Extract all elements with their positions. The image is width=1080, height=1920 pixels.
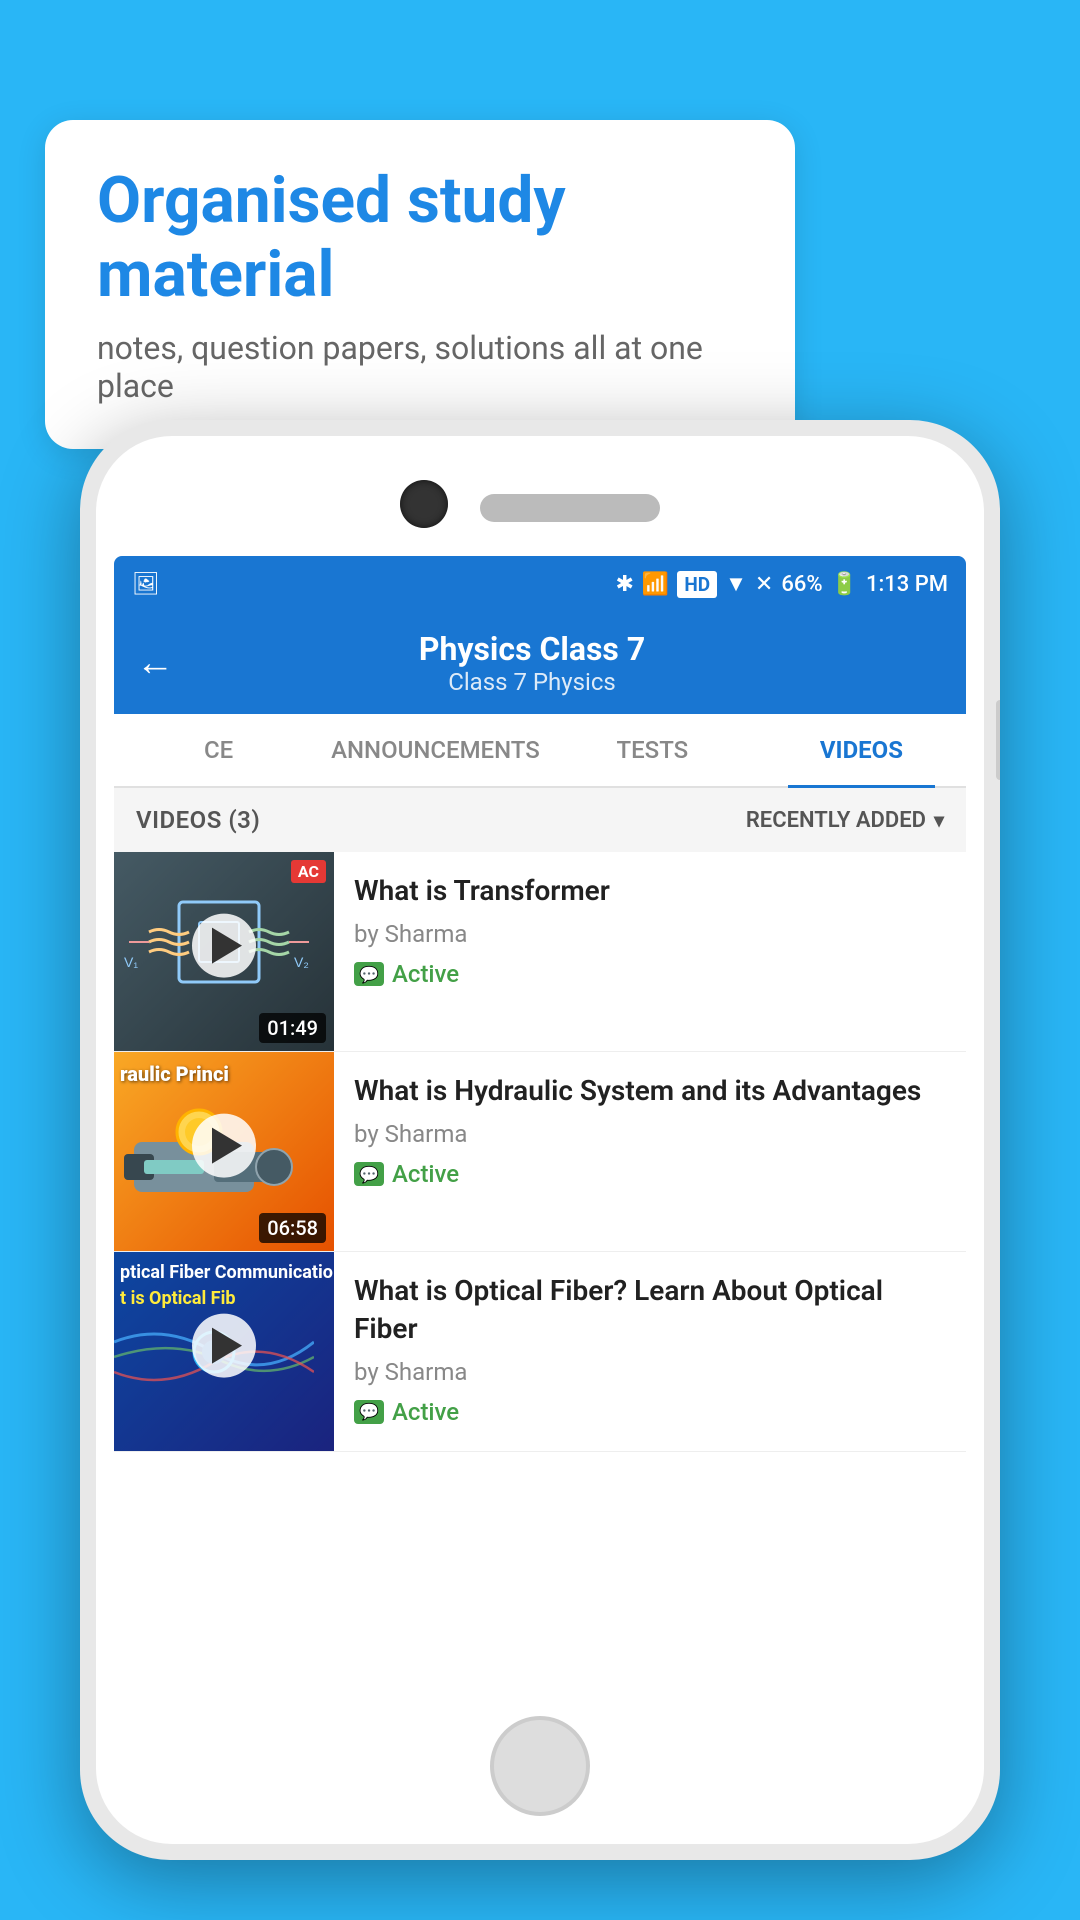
back-button[interactable]: ← [136,644,174,682]
tab-announcements[interactable]: ANNOUNCEMENTS [323,714,548,786]
bluetooth-icon: ✱ [615,572,633,597]
video-duration-1: 01:49 [259,1013,326,1043]
video-status-1: 💬 Active [354,960,946,988]
app-bar: ← Physics Class 7 Class 7 Physics [114,612,966,714]
home-button[interactable] [490,1716,590,1816]
battery-percent: 66% [781,572,822,597]
video-author-1: by Sharma [354,920,946,948]
battery-icon: 🔋 [831,572,858,597]
play-button-3[interactable] [192,1313,256,1377]
play-triangle-3 [212,1327,242,1363]
video-info-2: What is Hydraulic System and its Advanta… [334,1052,966,1251]
play-triangle [212,927,242,963]
video-item-1[interactable]: AC [114,852,966,1052]
videos-header: VIDEOS (3) RECENTLY ADDED ▾ [114,788,966,852]
video-item-3[interactable]: ptical Fiber Communicatio t is Optical F… [114,1252,966,1452]
app-breadcrumb: Class 7 Physics [194,668,870,696]
tab-tests[interactable]: TESTS [548,714,757,786]
status-left-icons: 🖼 [132,572,160,597]
tab-videos[interactable]: VIDEOS [757,714,966,786]
sort-control[interactable]: RECENTLY ADDED ▾ [746,808,944,833]
bubble-subtitle: notes, question papers, solutions all at… [97,329,743,405]
chat-icon-3: 💬 [354,1400,384,1424]
video-duration-2: 06:58 [259,1213,326,1243]
time-display: 1:13 PM [866,572,948,597]
video-title-3: What is Optical Fiber? Learn About Optic… [354,1272,946,1348]
video-thumb-2: raulic Princi [114,1052,334,1251]
status-bar: 🖼 ✱ 📶 HD ▼ ✕ 66% 🔋 1:13 PM [114,556,966,612]
chat-icon-1: 💬 [354,962,384,986]
play-button-1[interactable] [192,913,256,977]
speech-bubble: Organised study material notes, question… [45,120,795,449]
network-icon: ✕ [755,572,773,597]
video-thumb-3: ptical Fiber Communicatio t is Optical F… [114,1252,334,1451]
video-author-3: by Sharma [354,1358,946,1386]
phone-screen: 🖼 ✱ 📶 HD ▼ ✕ 66% 🔋 1:13 PM ← Physics Cla… [114,556,966,1684]
video-title-1: What is Transformer [354,872,946,910]
hd-badge: HD [677,571,717,598]
svg-text:V₁: V₁ [124,954,138,970]
video-item-2[interactable]: raulic Princi [114,1052,966,1252]
video-status-3: 💬 Active [354,1398,946,1426]
status-right-info: ✱ 📶 HD ▼ ✕ 66% 🔋 1:13 PM [615,571,948,598]
video-thumb-1: AC [114,852,334,1051]
wifi-icon: ▼ [725,571,747,597]
app-title: Physics Class 7 [194,630,870,668]
video-author-2: by Sharma [354,1120,946,1148]
bubble-title: Organised study material [97,164,743,311]
phone-speaker [480,494,660,522]
volume-button [996,700,1000,780]
video-list: AC [114,852,966,1452]
video-info-1: What is Transformer by Sharma 💬 Active [334,852,966,1051]
signal-icon: 📶 [642,572,669,597]
sort-label: RECENTLY ADDED [746,808,926,833]
phone-camera [400,480,448,528]
phone-frame: 🖼 ✱ 📶 HD ▼ ✕ 66% 🔋 1:13 PM ← Physics Cla… [80,420,1000,1860]
photo-icon: 🖼 [132,572,160,597]
video-status-2: 💬 Active [354,1160,946,1188]
optical-label-1: ptical Fiber Communicatio [120,1262,333,1283]
videos-count: VIDEOS (3) [136,806,260,834]
svg-text:V₂: V₂ [294,954,309,970]
play-button-2[interactable] [192,1113,256,1177]
play-triangle-2 [212,1127,242,1163]
phone-inner: 🖼 ✱ 📶 HD ▼ ✕ 66% 🔋 1:13 PM ← Physics Cla… [96,436,984,1844]
tab-ce[interactable]: CE [114,714,323,786]
chat-icon-2: 💬 [354,1162,384,1186]
video-title-2: What is Hydraulic System and its Advanta… [354,1072,946,1110]
tab-bar: CE ANNOUNCEMENTS TESTS VIDEOS [114,714,966,788]
app-bar-title-block: Physics Class 7 Class 7 Physics [194,630,870,696]
video-info-3: What is Optical Fiber? Learn About Optic… [334,1252,966,1451]
chevron-down-icon: ▾ [934,808,944,832]
